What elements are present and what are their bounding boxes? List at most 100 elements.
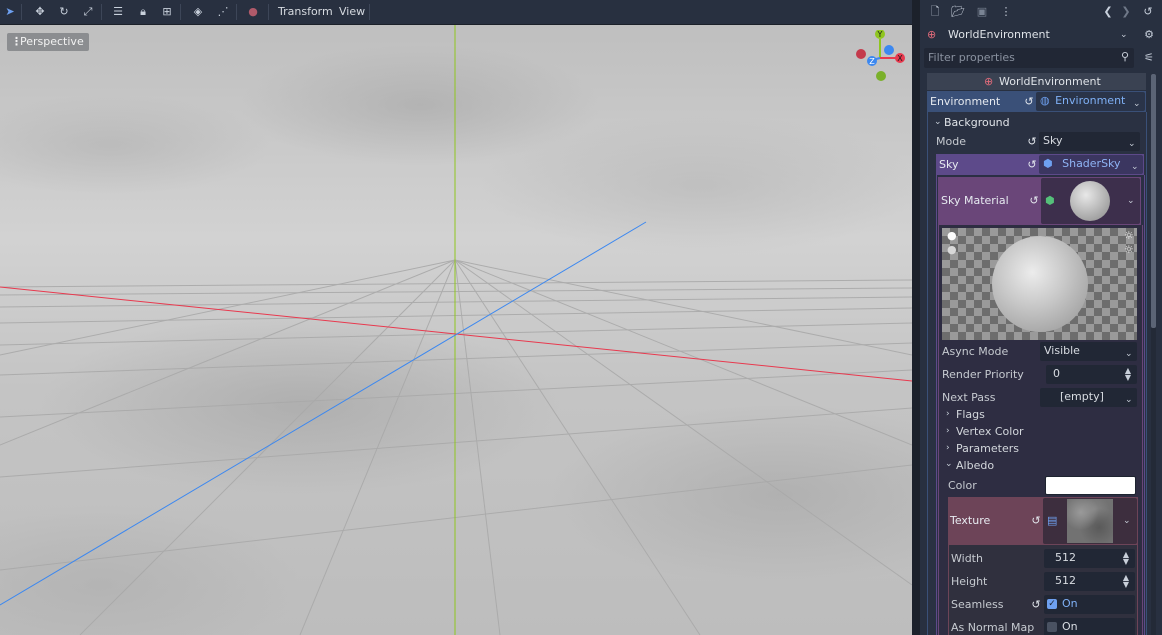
sky-resource-picker[interactable]: ⬢ ShaderSky ⌄ <box>1039 155 1143 174</box>
list-icon[interactable]: ☰ <box>110 4 126 20</box>
revert-icon[interactable]: ↺ <box>1028 195 1040 207</box>
viewport-grid <box>0 25 912 635</box>
next-pass-resource-picker[interactable]: [empty] ⌄ <box>1040 388 1137 407</box>
chevron-down-icon: ⌄ <box>934 117 942 127</box>
revert-icon[interactable]: ↺ <box>1026 159 1038 171</box>
panel-splitter[interactable] <box>912 0 920 635</box>
chevron-down-icon: ⌄ <box>1133 99 1141 109</box>
texture-thumbnail <box>1067 499 1113 543</box>
chevron-right-icon: › <box>946 443 950 453</box>
spin-arrows-icon[interactable]: ▲ ▼ <box>1122 551 1130 566</box>
revert-icon[interactable]: ↺ <box>1026 136 1038 148</box>
parameters-group[interactable]: › Parameters <box>944 441 1134 457</box>
environment-property: Environment ↺ ◍ Environment ⌄ <box>927 91 1146 112</box>
kebab-menu-icon: ⋮ <box>11 35 22 48</box>
shader-material-icon: ⬢ <box>1045 194 1055 207</box>
chevron-down-icon: ⌄ <box>1120 30 1128 40</box>
history-forward-icon[interactable]: ❯ <box>1119 5 1133 19</box>
seamless-checkbox[interactable]: ✓ On <box>1044 595 1135 614</box>
flags-group[interactable]: › Flags <box>944 407 1134 423</box>
render-priority-spinbox[interactable]: 0 ▲ ▼ <box>1046 365 1137 384</box>
render-priority-property: Render Priority 0 ▲ ▼ <box>942 365 1138 385</box>
object-selector[interactable]: ⊕ WorldEnvironment ⌄ <box>924 25 1134 45</box>
material-preview: ● ● ☼ ☼ <box>942 228 1137 340</box>
move-icon[interactable]: ✥ <box>32 4 48 20</box>
box-preview-icon[interactable]: ● <box>947 243 957 256</box>
inspector-panel: 🗋︎ 📂︎ ▣ ⋮ ❮ ❯ ↺ ⊕ WorldEnvironment ⌄ ⚙ F… <box>920 0 1162 635</box>
history-back-icon[interactable]: ❮ <box>1101 5 1115 19</box>
filter-properties-input[interactable]: Filter properties ⚲ <box>924 48 1134 68</box>
spin-arrows-icon[interactable]: ▲ ▼ <box>1122 574 1130 589</box>
light-2-icon[interactable]: ☼ <box>1124 243 1134 256</box>
revert-icon[interactable]: ↺ <box>1030 599 1042 611</box>
local-space-icon[interactable]: ◈ <box>190 4 206 20</box>
revert-icon[interactable]: ↺ <box>1030 515 1042 527</box>
3d-viewport[interactable]: ⋮Perspective Y X Z <box>0 25 912 635</box>
color-picker-swatch[interactable] <box>1045 476 1136 495</box>
revert-icon[interactable]: ↺ <box>1023 96 1035 108</box>
rotate-icon[interactable]: ↻ <box>56 4 72 20</box>
filter-options-icon[interactable]: ⚟ <box>1142 51 1156 65</box>
toolbar-separator <box>21 4 22 20</box>
seamless-property: Seamless ↺ ✓ On <box>951 595 1135 615</box>
environment-resource-picker[interactable]: ◍ Environment ⌄ <box>1036 92 1145 111</box>
search-icon: ⚲ <box>1121 50 1130 63</box>
sky-material-property: Sky Material ↺ ⬢ ⌄ <box>938 177 1141 225</box>
sphere-preview-icon[interactable]: ● <box>947 229 957 242</box>
sky-material-picker[interactable]: ⬢ ⌄ <box>1041 178 1140 224</box>
x-axis-line <box>0 286 912 382</box>
chevron-down-icon: ⌄ <box>945 459 953 469</box>
world-environment-icon: ⊕ <box>984 75 994 88</box>
texture-picker[interactable]: ▤ ⌄ <box>1043 498 1137 544</box>
albedo-group[interactable]: ⌄ Albedo <box>944 458 1134 474</box>
node-settings-icon[interactable]: ⚙ <box>1142 28 1156 42</box>
gizmo-x-label: X <box>897 54 903 63</box>
chevron-down-icon: ⌄ <box>1128 139 1136 149</box>
perspective-menu-button[interactable]: ⋮Perspective <box>7 33 89 51</box>
inspector-header: ⊕ WorldEnvironment <box>927 73 1146 90</box>
chevron-right-icon: › <box>946 409 950 419</box>
color-property: Color <box>948 476 1138 496</box>
background-section[interactable]: ⌄ Background <box>932 114 1142 132</box>
open-folder-icon[interactable]: 📂︎ <box>951 5 965 19</box>
gizmo-z-label: Z <box>869 57 875 66</box>
mode-property: Mode ↺ Sky ⌄ <box>932 132 1142 152</box>
scrollbar-track[interactable] <box>1151 74 1156 635</box>
checkbox-checked-icon: ✓ <box>1047 599 1057 609</box>
toolbar-separator <box>180 4 181 20</box>
z-axis-line <box>0 221 647 606</box>
as-normal-map-checkbox[interactable]: On <box>1044 618 1135 635</box>
group-icon[interactable]: ⊞ <box>159 4 175 20</box>
texture-property: Texture ↺ ▤ ⌄ <box>948 497 1138 545</box>
select-icon[interactable]: ➤ <box>2 4 18 20</box>
toolbar-separator <box>236 4 237 20</box>
world-environment-icon: ⊕ <box>927 28 937 41</box>
kebab-menu-icon[interactable]: ⋮ <box>999 5 1013 19</box>
spin-arrows-icon[interactable]: ▲ ▼ <box>1124 367 1132 382</box>
noise-texture-icon: ▤ <box>1047 514 1058 527</box>
light-1-icon[interactable]: ☼ <box>1124 229 1134 242</box>
height-spinbox[interactable]: 512 ▲ ▼ <box>1044 572 1135 591</box>
new-resource-icon[interactable]: 🗋︎ <box>928 5 942 19</box>
vertex-color-group[interactable]: › Vertex Color <box>944 424 1134 440</box>
scrollbar-thumb[interactable] <box>1151 74 1156 328</box>
as-normal-map-property: As Normal Map On <box>951 618 1135 635</box>
width-spinbox[interactable]: 512 ▲ ▼ <box>1044 549 1135 568</box>
preview-sphere <box>992 236 1088 332</box>
async-mode-dropdown[interactable]: Visible ⌄ <box>1040 342 1137 361</box>
toolbar-separator <box>268 4 269 20</box>
view-menu[interactable]: View <box>339 4 365 20</box>
transform-menu[interactable]: Transform <box>278 4 333 20</box>
snap-icon[interactable]: ⋰ <box>215 4 231 20</box>
width-property: Width 512 ▲ ▼ <box>951 549 1135 569</box>
chevron-down-icon: ⌄ <box>1127 196 1135 206</box>
save-icon[interactable]: ▣ <box>975 5 989 19</box>
orientation-gizmo[interactable]: Y X Z <box>850 30 910 90</box>
sky-property: Sky ↺ ⬢ ShaderSky ⌄ <box>936 154 1144 175</box>
scale-icon[interactable]: ⤢ <box>80 4 96 20</box>
camera-icon[interactable]: ● <box>245 4 261 20</box>
lock-icon[interactable]: 🔒︎ <box>135 4 151 20</box>
environment-icon: ◍ <box>1040 94 1050 107</box>
mode-dropdown[interactable]: Sky ⌄ <box>1039 132 1140 151</box>
object-history-icon[interactable]: ↺ <box>1141 5 1155 19</box>
